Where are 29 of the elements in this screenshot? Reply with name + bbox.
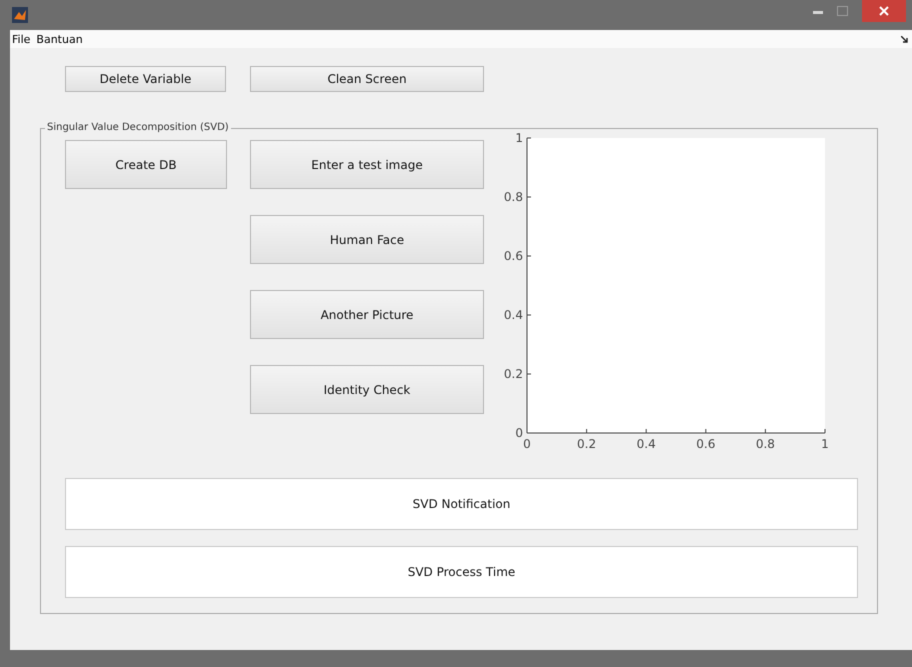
push-button[interactable]: Delete Variable — [65, 66, 226, 92]
text-box: SVD Notification — [65, 478, 858, 530]
tick-label: 0.8 — [504, 190, 523, 204]
panel-title: Singular Value Decomposition (SVD) — [45, 122, 231, 133]
tick-label: 0 — [515, 426, 523, 440]
menu-item[interactable]: File — [12, 32, 30, 46]
push-button[interactable]: Human Face — [250, 215, 484, 264]
tick-label: 0.4 — [636, 437, 656, 451]
push-button[interactable]: Another Picture — [250, 290, 484, 339]
push-button[interactable]: Enter a test image — [250, 140, 484, 189]
tick-label: 0.8 — [756, 437, 775, 451]
tick-label: 0 — [523, 437, 531, 451]
tick-label: 0.6 — [696, 437, 716, 451]
push-button[interactable]: Clean Screen — [250, 66, 484, 92]
menu-item[interactable]: Bantuan — [36, 32, 83, 46]
tick-label: 1 — [821, 437, 829, 451]
app-icon — [12, 7, 28, 23]
tick-label: 0.6 — [504, 249, 523, 263]
dock-arrow-icon[interactable] — [901, 36, 908, 43]
tick-label: 1 — [515, 131, 523, 145]
tick-label: 0.4 — [504, 308, 523, 322]
push-button[interactable]: Create DB — [65, 140, 227, 189]
tick-label: 0.2 — [504, 367, 523, 381]
close-icon — [879, 6, 889, 16]
minimize-icon[interactable] — [813, 8, 823, 14]
text-box: SVD Process Time — [65, 546, 858, 598]
tick-label: 0.2 — [577, 437, 596, 451]
close-button[interactable] — [862, 0, 906, 22]
push-button[interactable]: Identity Check — [250, 365, 484, 414]
